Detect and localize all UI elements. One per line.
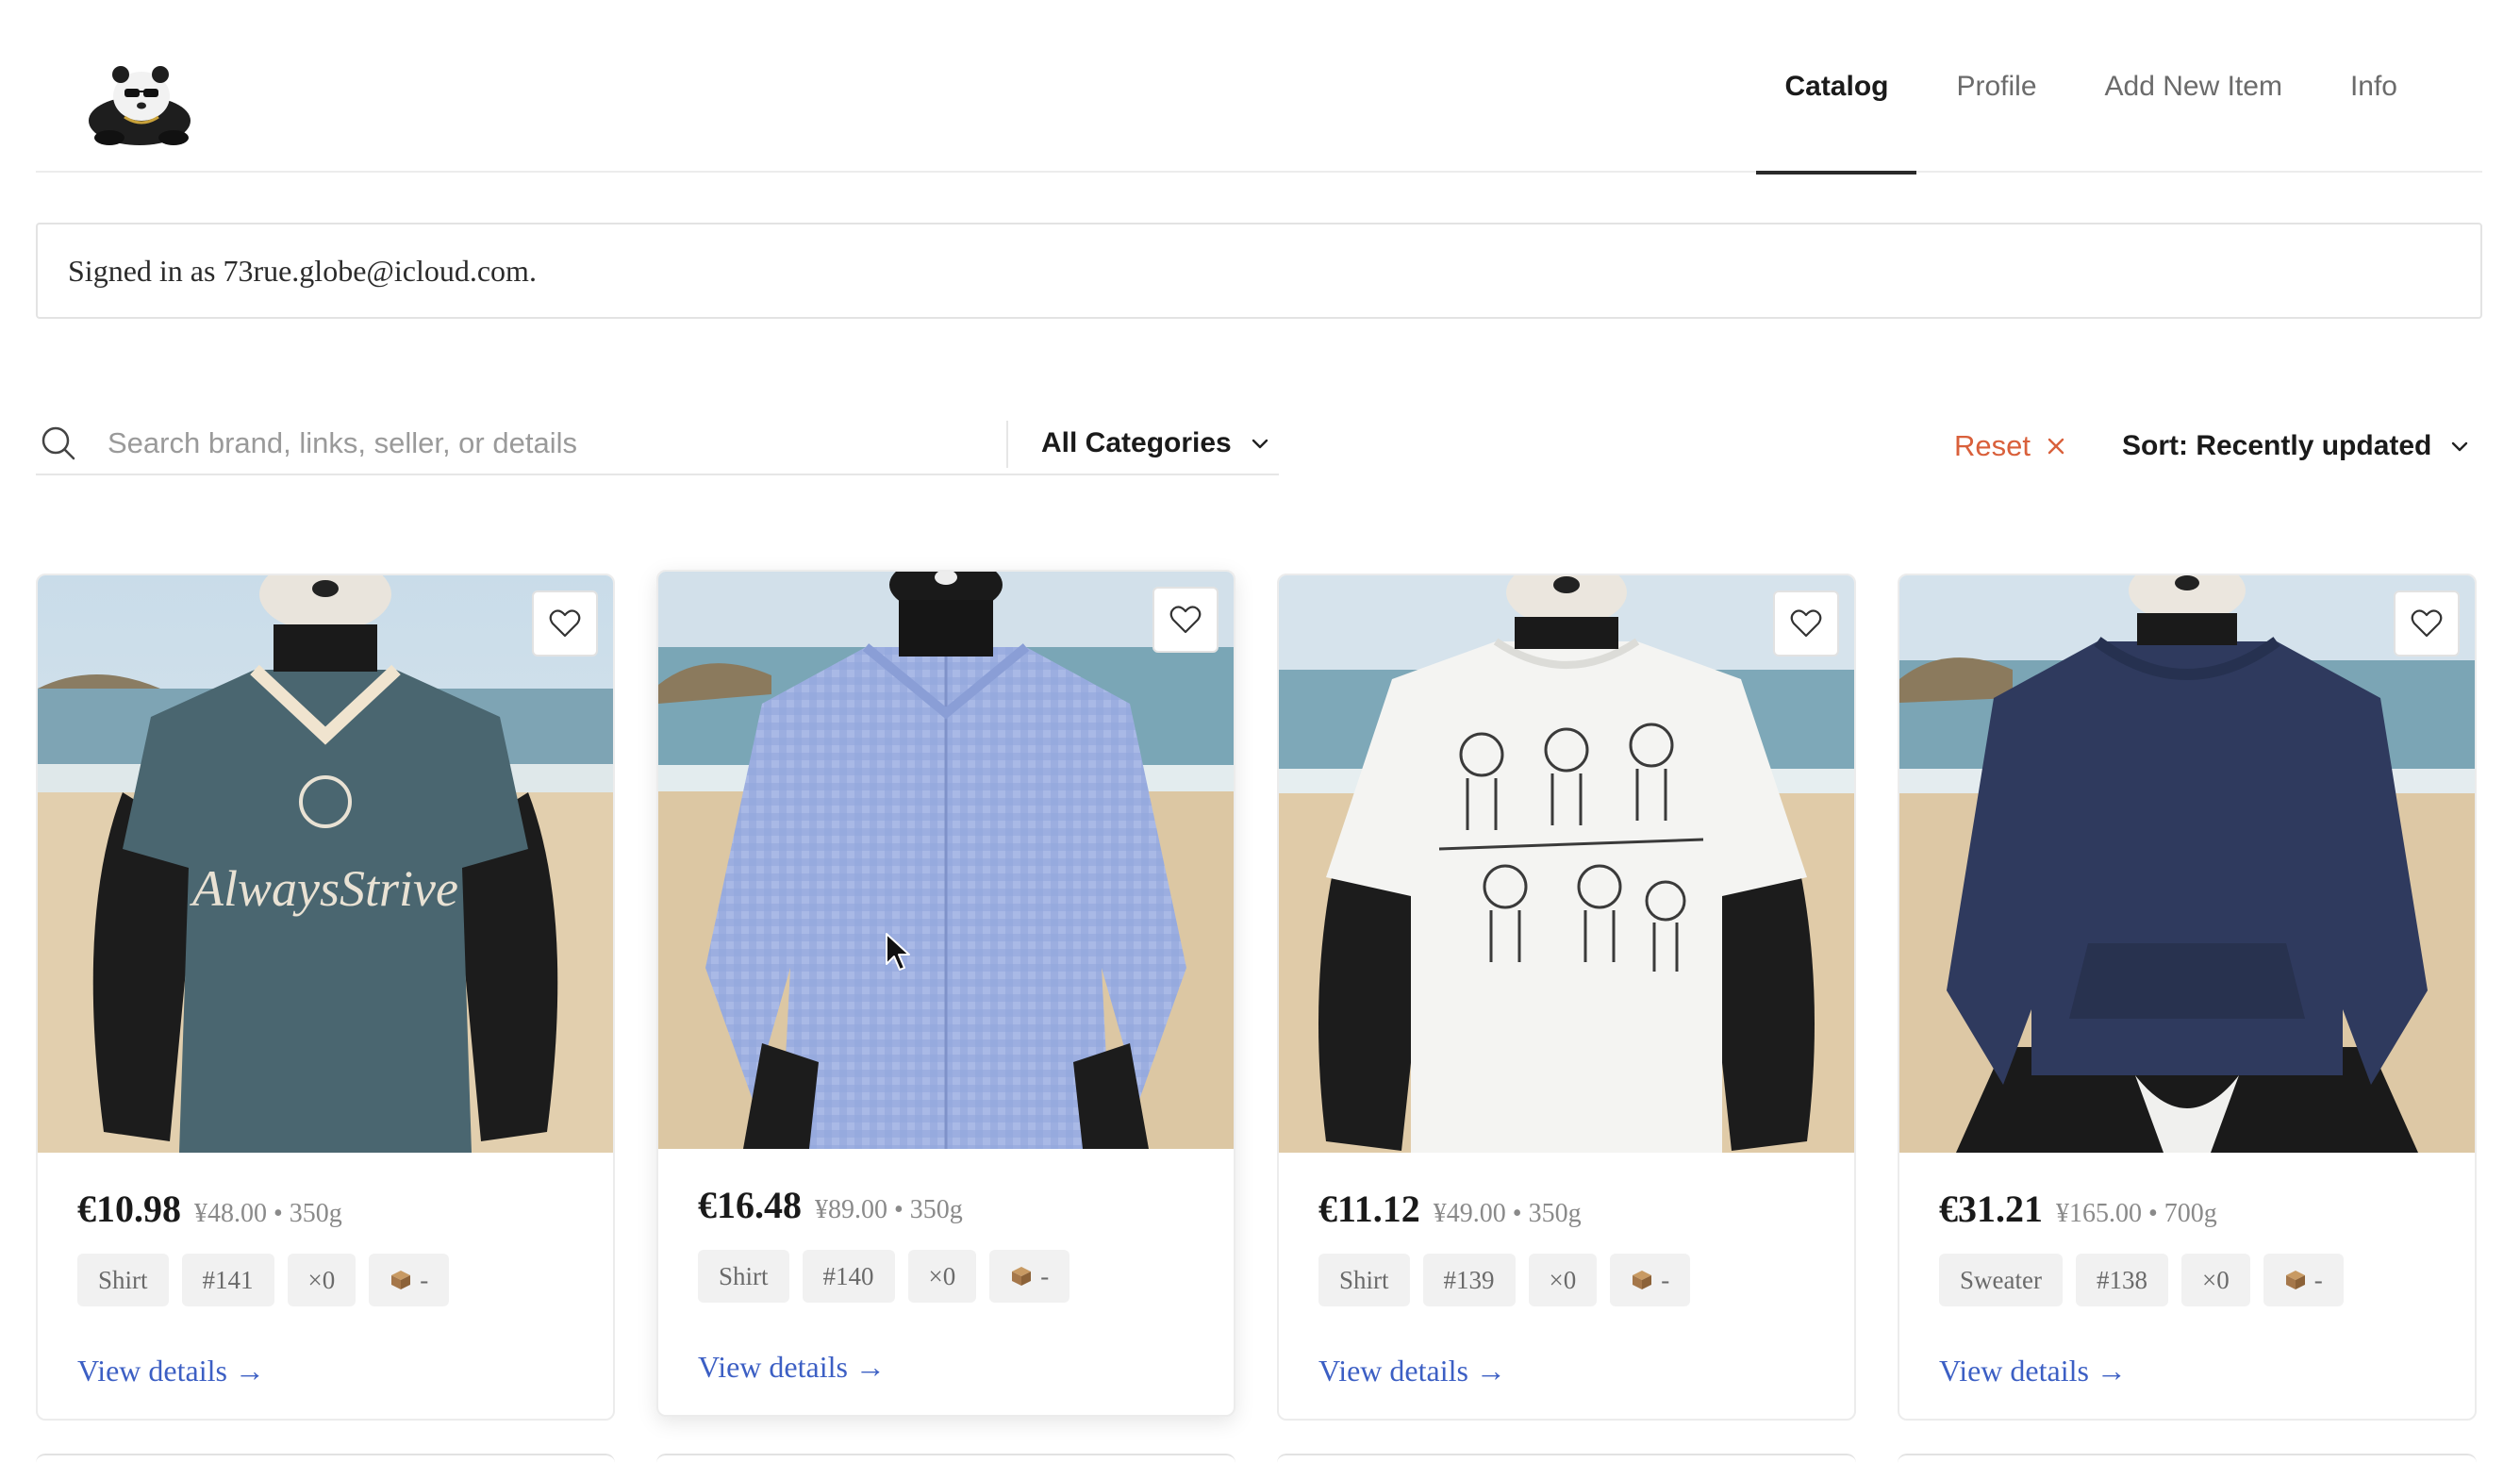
package-tag: - bbox=[369, 1254, 450, 1306]
heart-icon bbox=[1790, 609, 1822, 638]
category-tag: Shirt bbox=[698, 1250, 789, 1303]
panda-in-white-dog-sketch-tee-image bbox=[1279, 575, 1854, 1153]
tag-list: Shirt #140 ×0 - bbox=[698, 1250, 1215, 1303]
card-body: €16.48 ¥89.00 • 350g Shirt #140 ×0 - Vie… bbox=[698, 1149, 1215, 1385]
view-details-link[interactable]: View details → bbox=[698, 1350, 886, 1385]
chevron-down-icon bbox=[1252, 439, 1268, 449]
view-details-label: View details → bbox=[77, 1354, 265, 1388]
product-card[interactable]: AlwaysStrive €10.98 ¥48.00 • 350g Shirt … bbox=[36, 574, 615, 1421]
search-icon bbox=[41, 426, 75, 460]
panda-logo[interactable] bbox=[83, 62, 192, 147]
panda-in-teal-jersey-image: AlwaysStrive bbox=[38, 575, 613, 1153]
product-card[interactable]: €11.12 ¥49.00 • 350g Shirt #139 ×0 - Vie… bbox=[1277, 574, 1856, 1421]
view-details-link[interactable]: View details → bbox=[1318, 1354, 1506, 1388]
view-details-label: View details → bbox=[1318, 1354, 1506, 1388]
quantity-tag: ×0 bbox=[2180, 1254, 2250, 1306]
reset-label: Reset bbox=[1954, 429, 2031, 462]
item-number-tag: #141 bbox=[181, 1254, 274, 1306]
package-tag-value: - bbox=[1040, 1261, 1050, 1290]
heart-icon bbox=[1169, 606, 1202, 634]
sort-label: Sort: Recently updated bbox=[2122, 430, 2432, 461]
category-tag: Shirt bbox=[1318, 1254, 1410, 1306]
price-details: ¥48.00 • 350g bbox=[194, 1199, 342, 1228]
next-row-card-edge bbox=[36, 1454, 615, 1463]
view-details-link[interactable]: View details → bbox=[77, 1354, 265, 1388]
panda-in-blue-gingham-shirt-image bbox=[658, 572, 1234, 1149]
card-body: €10.98 ¥48.00 • 350g Shirt #141 ×0 - Vie… bbox=[77, 1153, 594, 1388]
price: €11.12 bbox=[1318, 1188, 1420, 1230]
favorite-button[interactable] bbox=[2394, 590, 2460, 657]
chevron-down-icon bbox=[2452, 441, 2468, 452]
heart-icon bbox=[2411, 609, 2443, 638]
category-tag: Sweater bbox=[1939, 1254, 2063, 1306]
tab-profile[interactable]: Profile bbox=[1928, 0, 2064, 173]
item-number-tag: #139 bbox=[1422, 1254, 1516, 1306]
panda-in-navy-hoodie-image bbox=[1899, 575, 2475, 1153]
tag-list: Shirt #139 ×0 - bbox=[1318, 1254, 1835, 1306]
package-icon bbox=[1633, 1271, 1652, 1289]
reset-filters-button[interactable]: Reset bbox=[1954, 423, 2066, 470]
heart-icon bbox=[549, 609, 581, 638]
next-row-card-edge bbox=[1898, 1454, 2477, 1463]
quantity-tag: ×0 bbox=[287, 1254, 356, 1306]
search-input[interactable] bbox=[106, 425, 973, 461]
package-icon bbox=[391, 1271, 411, 1289]
view-details-label: View details → bbox=[1939, 1354, 2127, 1388]
favorite-button[interactable] bbox=[532, 590, 598, 657]
package-tag-value: - bbox=[420, 1265, 429, 1294]
price-details: ¥49.00 • 350g bbox=[1433, 1199, 1582, 1228]
item-number-tag: #140 bbox=[802, 1250, 895, 1303]
signed-in-text: Signed in as 73rue.globe@icloud.com. bbox=[68, 253, 537, 288]
package-tag: - bbox=[1610, 1254, 1691, 1306]
category-tag: Shirt bbox=[77, 1254, 169, 1306]
sort-dropdown[interactable]: Sort: Recently updated bbox=[2122, 423, 2471, 470]
price-details: ¥165.00 • 700g bbox=[2056, 1199, 2217, 1228]
tag-list: Shirt #141 ×0 - bbox=[77, 1254, 594, 1306]
price: €31.21 bbox=[1939, 1188, 2043, 1230]
price-details: ¥89.00 • 350g bbox=[815, 1195, 963, 1224]
tab-catalog[interactable]: Catalog bbox=[1756, 0, 1917, 175]
tab-add-new-item[interactable]: Add New Item bbox=[2077, 0, 2311, 173]
card-body: €11.12 ¥49.00 • 350g Shirt #139 ×0 - Vie… bbox=[1318, 1153, 1835, 1388]
favorite-button[interactable] bbox=[1152, 587, 1219, 653]
tag-list: Sweater #138 ×0 - bbox=[1939, 1254, 2456, 1306]
next-row-card-edge bbox=[656, 1454, 1235, 1463]
product-image[interactable] bbox=[658, 572, 1234, 1149]
svg-text:AlwaysStrive: AlwaysStrive bbox=[190, 860, 458, 917]
next-row-card-edge bbox=[1277, 1454, 1856, 1463]
package-tag-value: - bbox=[1661, 1265, 1670, 1294]
quantity-tag: ×0 bbox=[1528, 1254, 1598, 1306]
app-header: Catalog Profile Add New Item Info bbox=[36, 0, 2482, 175]
main-nav: Catalog Profile Add New Item Info bbox=[1745, 0, 2426, 175]
signed-in-banner: Signed in as 73rue.globe@icloud.com. bbox=[36, 223, 2482, 319]
view-details-label: View details → bbox=[698, 1350, 886, 1384]
product-card[interactable]: €31.21 ¥165.00 • 700g Sweater #138 ×0 - … bbox=[1898, 574, 2477, 1421]
price: €16.48 bbox=[698, 1184, 802, 1226]
close-icon bbox=[2048, 438, 2064, 455]
package-tag: - bbox=[989, 1250, 1070, 1303]
favorite-button[interactable] bbox=[1773, 590, 1839, 657]
category-dropdown[interactable]: All Categories bbox=[1007, 413, 1279, 475]
tab-info[interactable]: Info bbox=[2322, 0, 2426, 173]
product-card[interactable]: €16.48 ¥89.00 • 350g Shirt #140 ×0 - Vie… bbox=[656, 570, 1235, 1417]
category-label: All Categories bbox=[1041, 427, 1232, 458]
package-tag: - bbox=[2263, 1254, 2344, 1306]
quantity-tag: ×0 bbox=[907, 1250, 977, 1303]
product-image[interactable]: AlwaysStrive bbox=[38, 575, 613, 1153]
search-bar bbox=[36, 413, 1007, 475]
view-details-link[interactable]: View details → bbox=[1939, 1354, 2127, 1388]
package-icon bbox=[1012, 1267, 1032, 1286]
package-icon bbox=[2285, 1271, 2305, 1289]
card-body: €31.21 ¥165.00 • 700g Sweater #138 ×0 - … bbox=[1939, 1153, 2456, 1388]
product-image[interactable] bbox=[1279, 575, 1854, 1153]
item-number-tag: #138 bbox=[2075, 1254, 2168, 1306]
price: €10.98 bbox=[77, 1188, 181, 1230]
package-tag-value: - bbox=[2313, 1265, 2323, 1294]
product-image[interactable] bbox=[1899, 575, 2475, 1153]
